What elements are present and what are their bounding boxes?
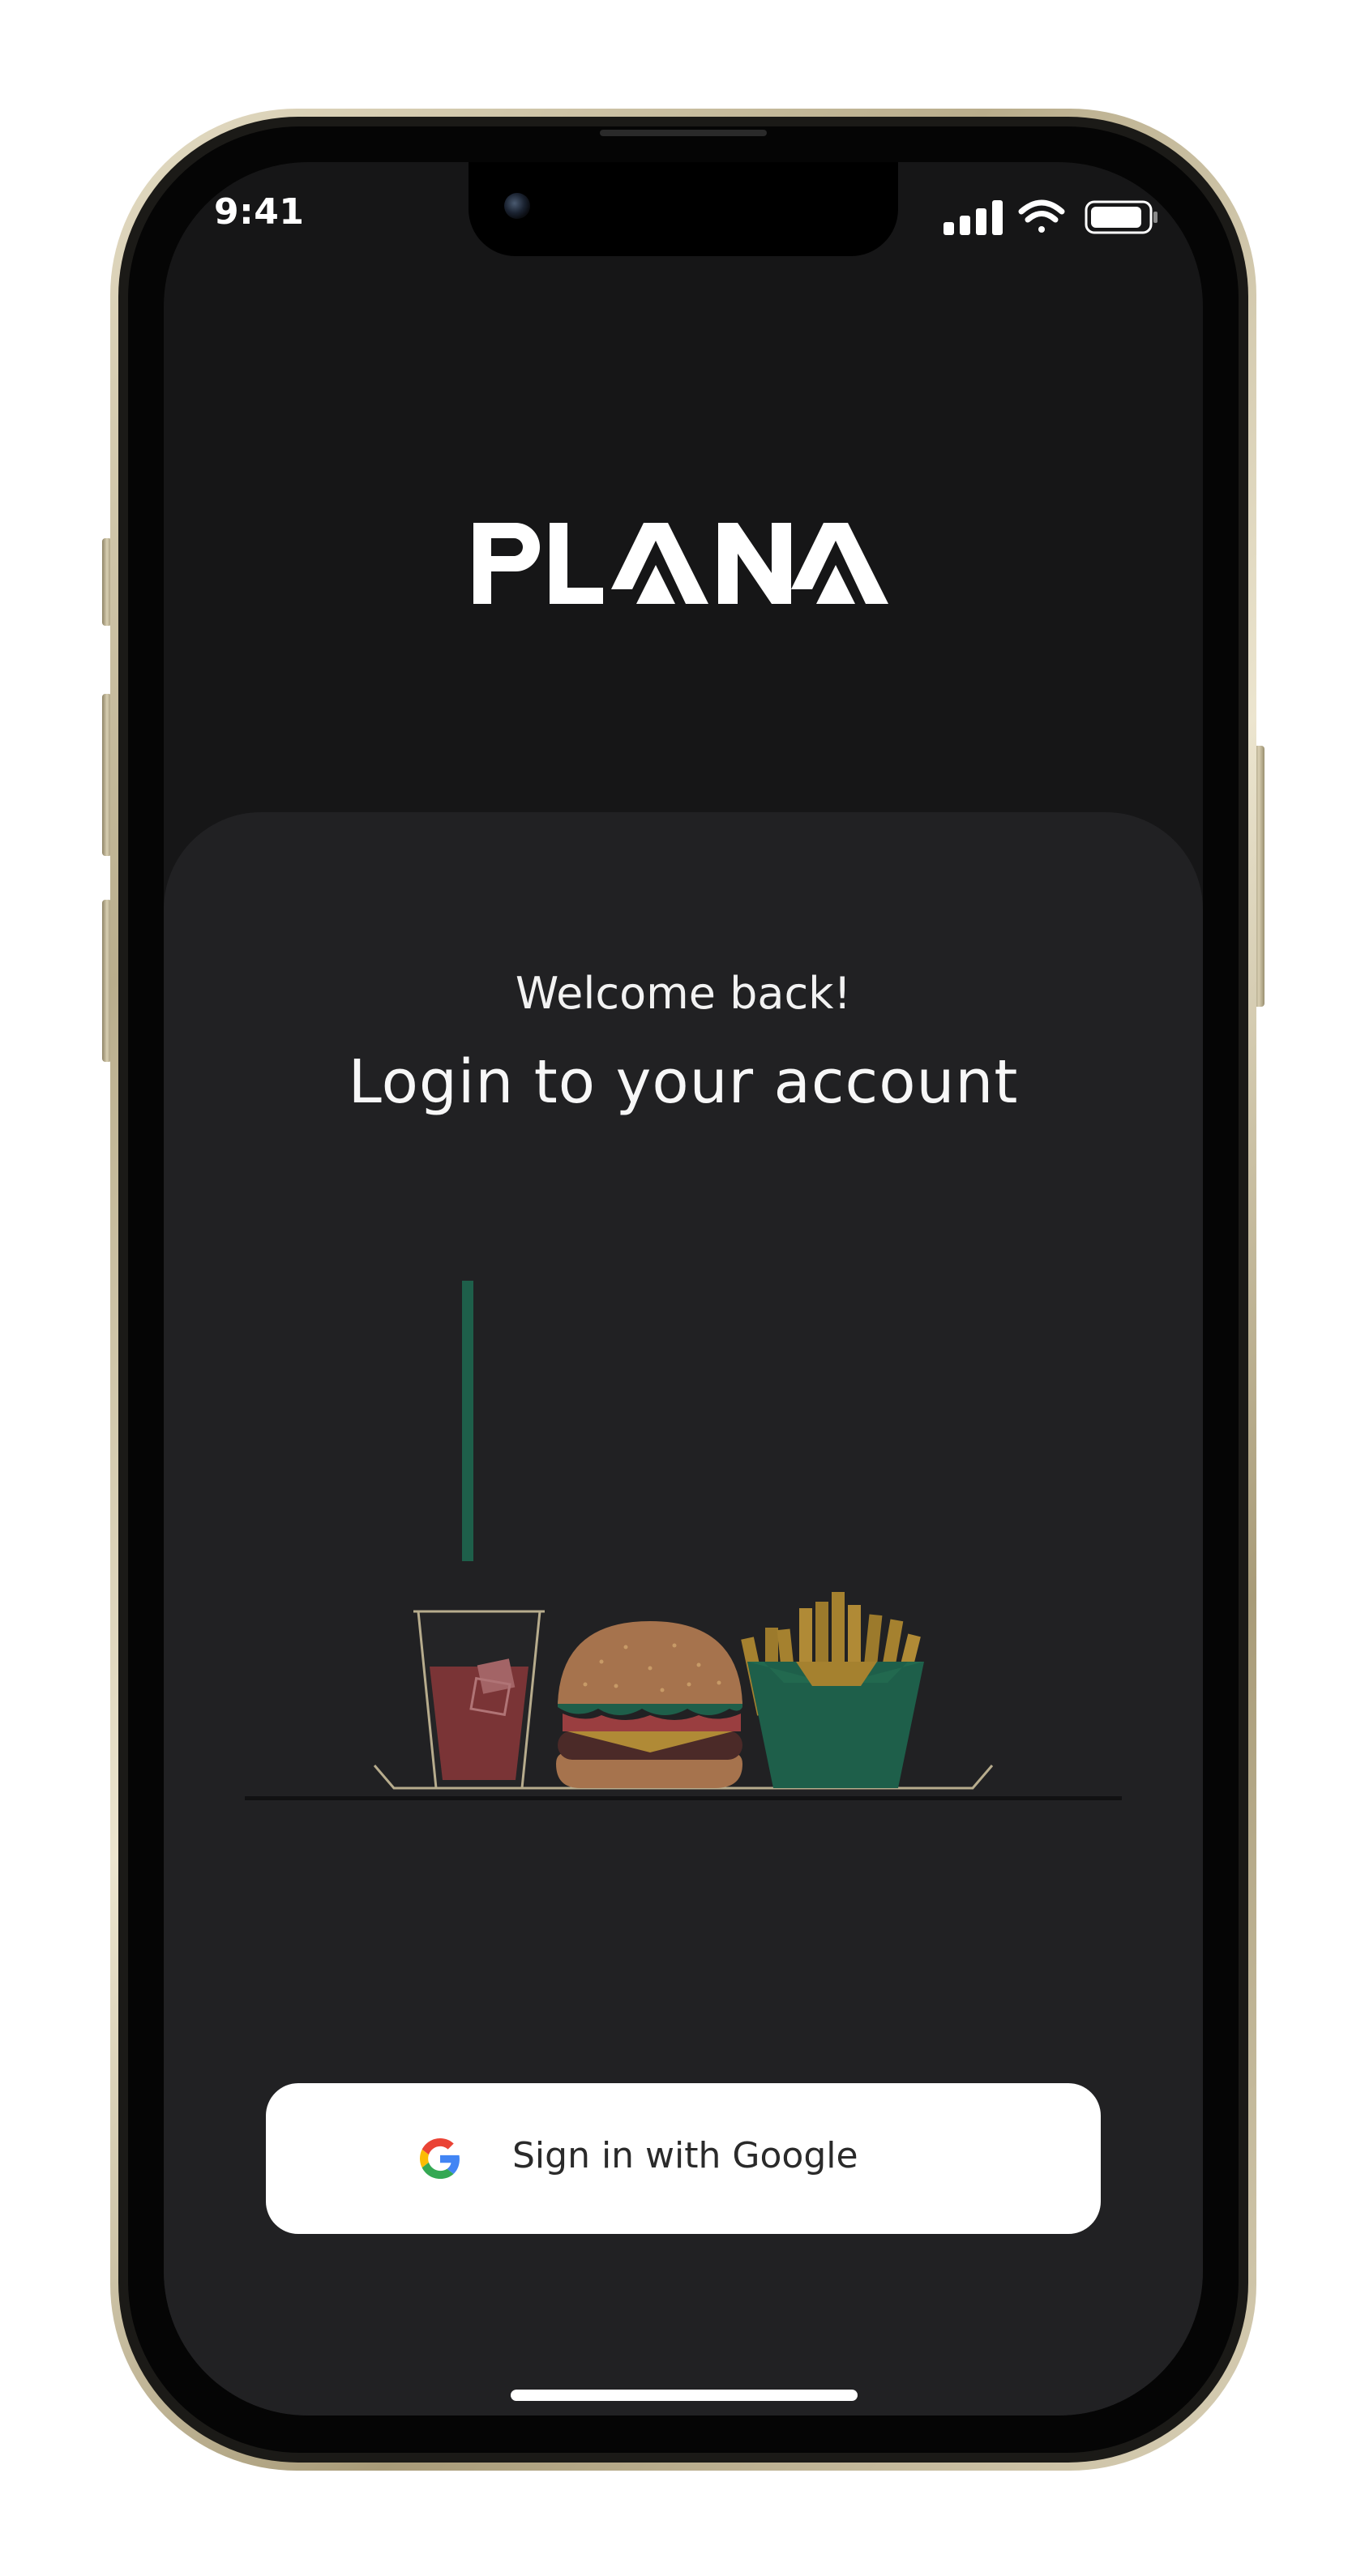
fast-food-illustration <box>245 1281 1122 1816</box>
google-sign-in-button[interactable]: Sign in with Google <box>266 2083 1101 2234</box>
straw <box>462 1281 473 1561</box>
signal-icon <box>944 200 1003 235</box>
front-camera <box>504 193 530 219</box>
welcome-text: Welcome back! <box>515 968 852 1019</box>
login-headline: Login to your account <box>348 1047 1019 1117</box>
status-time: 9:41 <box>214 191 305 233</box>
google-sign-in-label: Sign in with Google <box>512 2135 858 2176</box>
status-icons <box>942 198 1161 238</box>
screen: 9:41 Welcome back! Login to your account… <box>164 162 1203 2416</box>
plana-logo <box>473 523 888 604</box>
notch <box>469 162 898 256</box>
fries <box>741 1592 924 1788</box>
drink-cup <box>413 1610 545 1790</box>
burger <box>556 1621 742 1788</box>
battery-icon <box>1085 200 1157 234</box>
device-mockup: 9:41 Welcome back! Login to your account… <box>0 0 1365 2576</box>
google-icon <box>420 2138 460 2179</box>
table-line <box>245 1796 1122 1800</box>
wifi-icon <box>1018 199 1065 233</box>
earpiece-speaker <box>600 130 767 136</box>
home-indicator[interactable] <box>511 2390 858 2401</box>
